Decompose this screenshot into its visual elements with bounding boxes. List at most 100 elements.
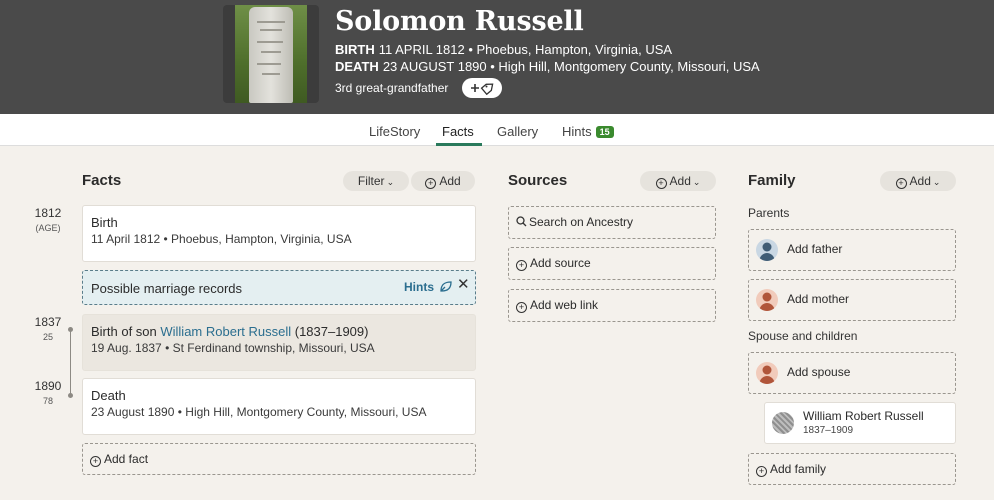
plus-circle-icon: + xyxy=(90,456,101,467)
chevron-down-icon: ⌄ xyxy=(692,177,701,187)
fact-title: Death xyxy=(91,388,126,403)
chevron-down-icon: ⌄ xyxy=(932,177,941,187)
male-avatar-icon xyxy=(756,239,778,261)
hints-link-label: Hints xyxy=(404,280,434,294)
profile-header: Solomon Russell BIRTH 11 APRIL 1812 • Pho… xyxy=(0,0,994,114)
add-web-link-button[interactable]: + Add web link xyxy=(508,289,716,322)
add-source-button[interactable]: + Add source xyxy=(508,247,716,280)
fact-card-death[interactable]: Death 23 August 1890 • High Hill, Montgo… xyxy=(82,378,476,435)
facts-title: Facts xyxy=(82,172,122,189)
add-father-button[interactable]: Add father xyxy=(748,229,956,271)
birth-summary: BIRTH 11 APRIL 1812 • Phoebus, Hampton, V… xyxy=(335,42,672,57)
son-name-link[interactable]: William Robert Russell xyxy=(160,324,291,339)
timeline-line xyxy=(70,329,71,395)
marriage-hint-banner[interactable]: Possible marriage records Hints ✕ xyxy=(82,270,476,305)
add-family-menu-button[interactable]: + Add ⌄ xyxy=(880,171,956,191)
add-father-label: Add father xyxy=(787,242,843,256)
plus-circle-icon: + xyxy=(516,302,527,313)
active-tab-indicator xyxy=(436,143,482,146)
tab-hints[interactable]: Hints 15 xyxy=(562,124,614,139)
tab-gallery[interactable]: Gallery xyxy=(497,124,538,139)
female-avatar-icon xyxy=(756,362,778,384)
hint-leaf-icon xyxy=(440,281,452,292)
add-spouse-label: Add spouse xyxy=(787,365,851,379)
fact-detail: 23 August 1890 • High Hill, Montgomery C… xyxy=(91,405,427,419)
add-fact-content: + Add fact xyxy=(90,452,148,467)
plus-circle-icon: + xyxy=(425,178,437,189)
fact-title-prefix: Birth of son xyxy=(91,324,161,339)
plus-circle-icon: + xyxy=(516,260,527,271)
plus-circle-icon: + xyxy=(655,178,667,189)
add-web-link-content: + Add web link xyxy=(516,298,598,313)
death-summary: DEATH 23 AUGUST 1890 • High Hill, Montgom… xyxy=(335,59,760,74)
add-fact-menu-button[interactable]: + Add xyxy=(411,171,475,191)
add-fact-label: Add fact xyxy=(104,452,149,466)
birth-value: 11 APRIL 1812 • Phoebus, Hampton, Virgin… xyxy=(378,42,673,57)
search-on-ancestry-content: Search on Ancestry xyxy=(516,215,633,229)
headstone-image xyxy=(249,7,293,103)
tab-hints-label: Hints xyxy=(562,124,592,139)
add-fact-menu-label: Add xyxy=(439,174,461,188)
child-years: 1837–1909 xyxy=(803,425,854,436)
child-photo xyxy=(772,412,794,434)
timeline-dot xyxy=(68,327,73,332)
profile-tabs: LifeStory Facts Gallery Hints 15 xyxy=(0,114,994,146)
add-source-menu-label: Add xyxy=(669,174,691,188)
add-tag-button[interactable] xyxy=(462,78,502,98)
fact-age: 78 xyxy=(42,396,53,406)
add-family-content: + Add family xyxy=(756,462,826,477)
add-fact-button[interactable]: + Add fact xyxy=(82,443,476,475)
spouse-children-label: Spouse and children xyxy=(748,329,858,343)
child-card[interactable]: William Robert Russell 1837–1909 xyxy=(764,402,956,444)
add-family-button[interactable]: + Add family xyxy=(748,453,956,485)
plus-circle-icon: + xyxy=(895,178,907,189)
filter-button[interactable]: Filter ⌄ xyxy=(343,171,409,191)
chevron-down-icon: ⌄ xyxy=(386,177,395,187)
timeline-dot xyxy=(68,393,73,398)
fact-card-birth[interactable]: Birth 11 April 1812 • Phoebus, Hampton, … xyxy=(82,205,476,262)
add-source-content: + Add source xyxy=(516,256,591,271)
search-on-ancestry-button[interactable]: Search on Ancestry xyxy=(508,206,716,239)
close-icon[interactable]: ✕ xyxy=(457,275,470,293)
add-spouse-button[interactable]: Add spouse xyxy=(748,352,956,394)
person-name: Solomon Russell xyxy=(335,6,584,37)
death-label: DEATH xyxy=(335,59,379,74)
parents-label: Parents xyxy=(748,206,790,220)
fact-title-suffix: (1837–1909) xyxy=(291,324,369,339)
fact-detail: 11 April 1812 • Phoebus, Hampton, Virgin… xyxy=(91,232,352,246)
hints-count-badge: 15 xyxy=(595,126,614,138)
add-tag-icon xyxy=(471,83,494,96)
hints-link[interactable]: Hints xyxy=(404,280,453,294)
fact-title: Birth xyxy=(91,215,118,230)
hint-banner-text: Possible marriage records xyxy=(91,281,243,296)
tab-facts[interactable]: Facts xyxy=(442,124,474,139)
filter-label: Filter xyxy=(357,174,385,188)
fact-title: Birth of son William Robert Russell (183… xyxy=(91,324,368,339)
add-mother-label: Add mother xyxy=(787,292,850,306)
death-value: 23 AUGUST 1890 • High Hill, Montgomery C… xyxy=(382,59,760,74)
search-icon xyxy=(516,216,527,227)
plus-circle-icon: + xyxy=(756,466,767,477)
child-name: William Robert Russell xyxy=(803,409,924,423)
add-web-link-label: Add web link xyxy=(530,298,599,312)
fact-age: 25 xyxy=(42,332,53,342)
fact-age: (AGE) xyxy=(35,223,61,233)
fact-detail: 19 Aug. 1837 • St Ferdinand township, Mi… xyxy=(91,341,375,355)
add-source-menu-button[interactable]: + Add ⌄ xyxy=(640,171,716,191)
family-title: Family xyxy=(748,172,796,189)
fact-year: 1890 xyxy=(34,379,62,393)
add-source-label: Add source xyxy=(530,256,591,270)
add-family-label: Add family xyxy=(770,462,827,476)
sources-title: Sources xyxy=(508,172,568,189)
add-family-menu-label: Add xyxy=(909,174,931,188)
add-mother-button[interactable]: Add mother xyxy=(748,279,956,321)
fact-year: 1837 xyxy=(34,315,62,329)
fact-card-birth-of-son[interactable]: Birth of son William Robert Russell (183… xyxy=(82,314,476,371)
tab-lifestory[interactable]: LifeStory xyxy=(369,124,420,139)
fact-year: 1812 xyxy=(34,206,62,220)
search-on-ancestry-label: Search on Ancestry xyxy=(529,215,634,229)
birth-label: BIRTH xyxy=(335,42,375,57)
relationship-label: 3rd great-grandfather xyxy=(335,81,449,95)
female-avatar-icon xyxy=(756,289,778,311)
profile-photo[interactable] xyxy=(223,5,319,103)
